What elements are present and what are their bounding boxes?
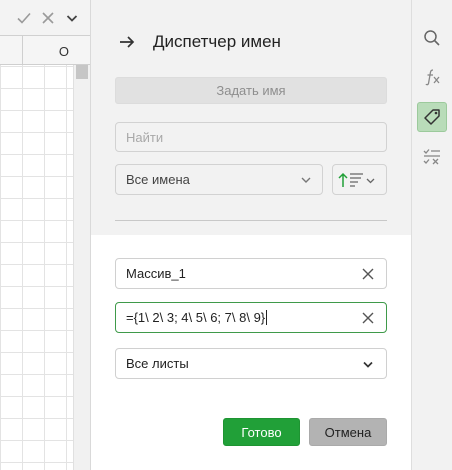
search-input[interactable] [115, 122, 387, 152]
chevron-down-icon [362, 360, 374, 370]
text-cursor [266, 310, 268, 325]
ok-button[interactable]: Готово [223, 418, 300, 446]
search-icon[interactable] [417, 23, 447, 53]
column-label: O [58, 44, 69, 59]
panel-list-section: Диспетчер имен Задать имя Все имена [91, 0, 411, 235]
right-toolbar [411, 0, 452, 470]
name-value: Массив_1 [126, 266, 186, 281]
checklist-clear-icon[interactable] [417, 142, 447, 172]
sort-button[interactable] [332, 164, 387, 195]
scrollbar-thumb[interactable] [76, 65, 88, 79]
chevron-down-icon [300, 174, 312, 186]
close-icon[interactable] [362, 268, 374, 280]
spreadsheet-area: O [0, 0, 91, 470]
check-icon[interactable] [14, 8, 34, 28]
panel-title: Диспетчер имен [153, 32, 281, 51]
formula-bar [0, 0, 90, 36]
x-icon[interactable] [38, 8, 58, 28]
tag-icon[interactable] [417, 102, 447, 132]
name-field[interactable]: Массив_1 [115, 258, 387, 289]
cancel-button[interactable]: Отмена [309, 418, 387, 446]
sort-ascending-icon [333, 165, 386, 196]
name-manager-panel: Диспетчер имен Задать имя Все имена Масс… [91, 0, 411, 470]
formula-value: ={1\ 2\ 3; 4\ 5\ 6; 7\ 8\ 9} [126, 310, 266, 325]
arrow-right-icon[interactable] [117, 32, 137, 52]
define-name-button[interactable]: Задать имя [115, 77, 387, 104]
panel-header: Диспетчер имен [117, 30, 281, 54]
names-filter-select[interactable]: Все имена [115, 164, 323, 195]
close-icon[interactable] [362, 312, 374, 324]
vertical-scrollbar[interactable] [73, 65, 90, 470]
section-divider [115, 220, 387, 221]
formula-field[interactable]: ={1\ 2\ 3; 4\ 5\ 6; 7\ 8\ 9} [115, 302, 387, 333]
function-icon[interactable] [417, 62, 447, 92]
column-header[interactable]: O [0, 36, 90, 65]
chevron-down-icon[interactable] [62, 8, 82, 28]
scope-select[interactable]: Все листы [115, 348, 387, 379]
scope-value: Все листы [126, 356, 189, 371]
names-filter-value: Все имена [126, 172, 190, 187]
